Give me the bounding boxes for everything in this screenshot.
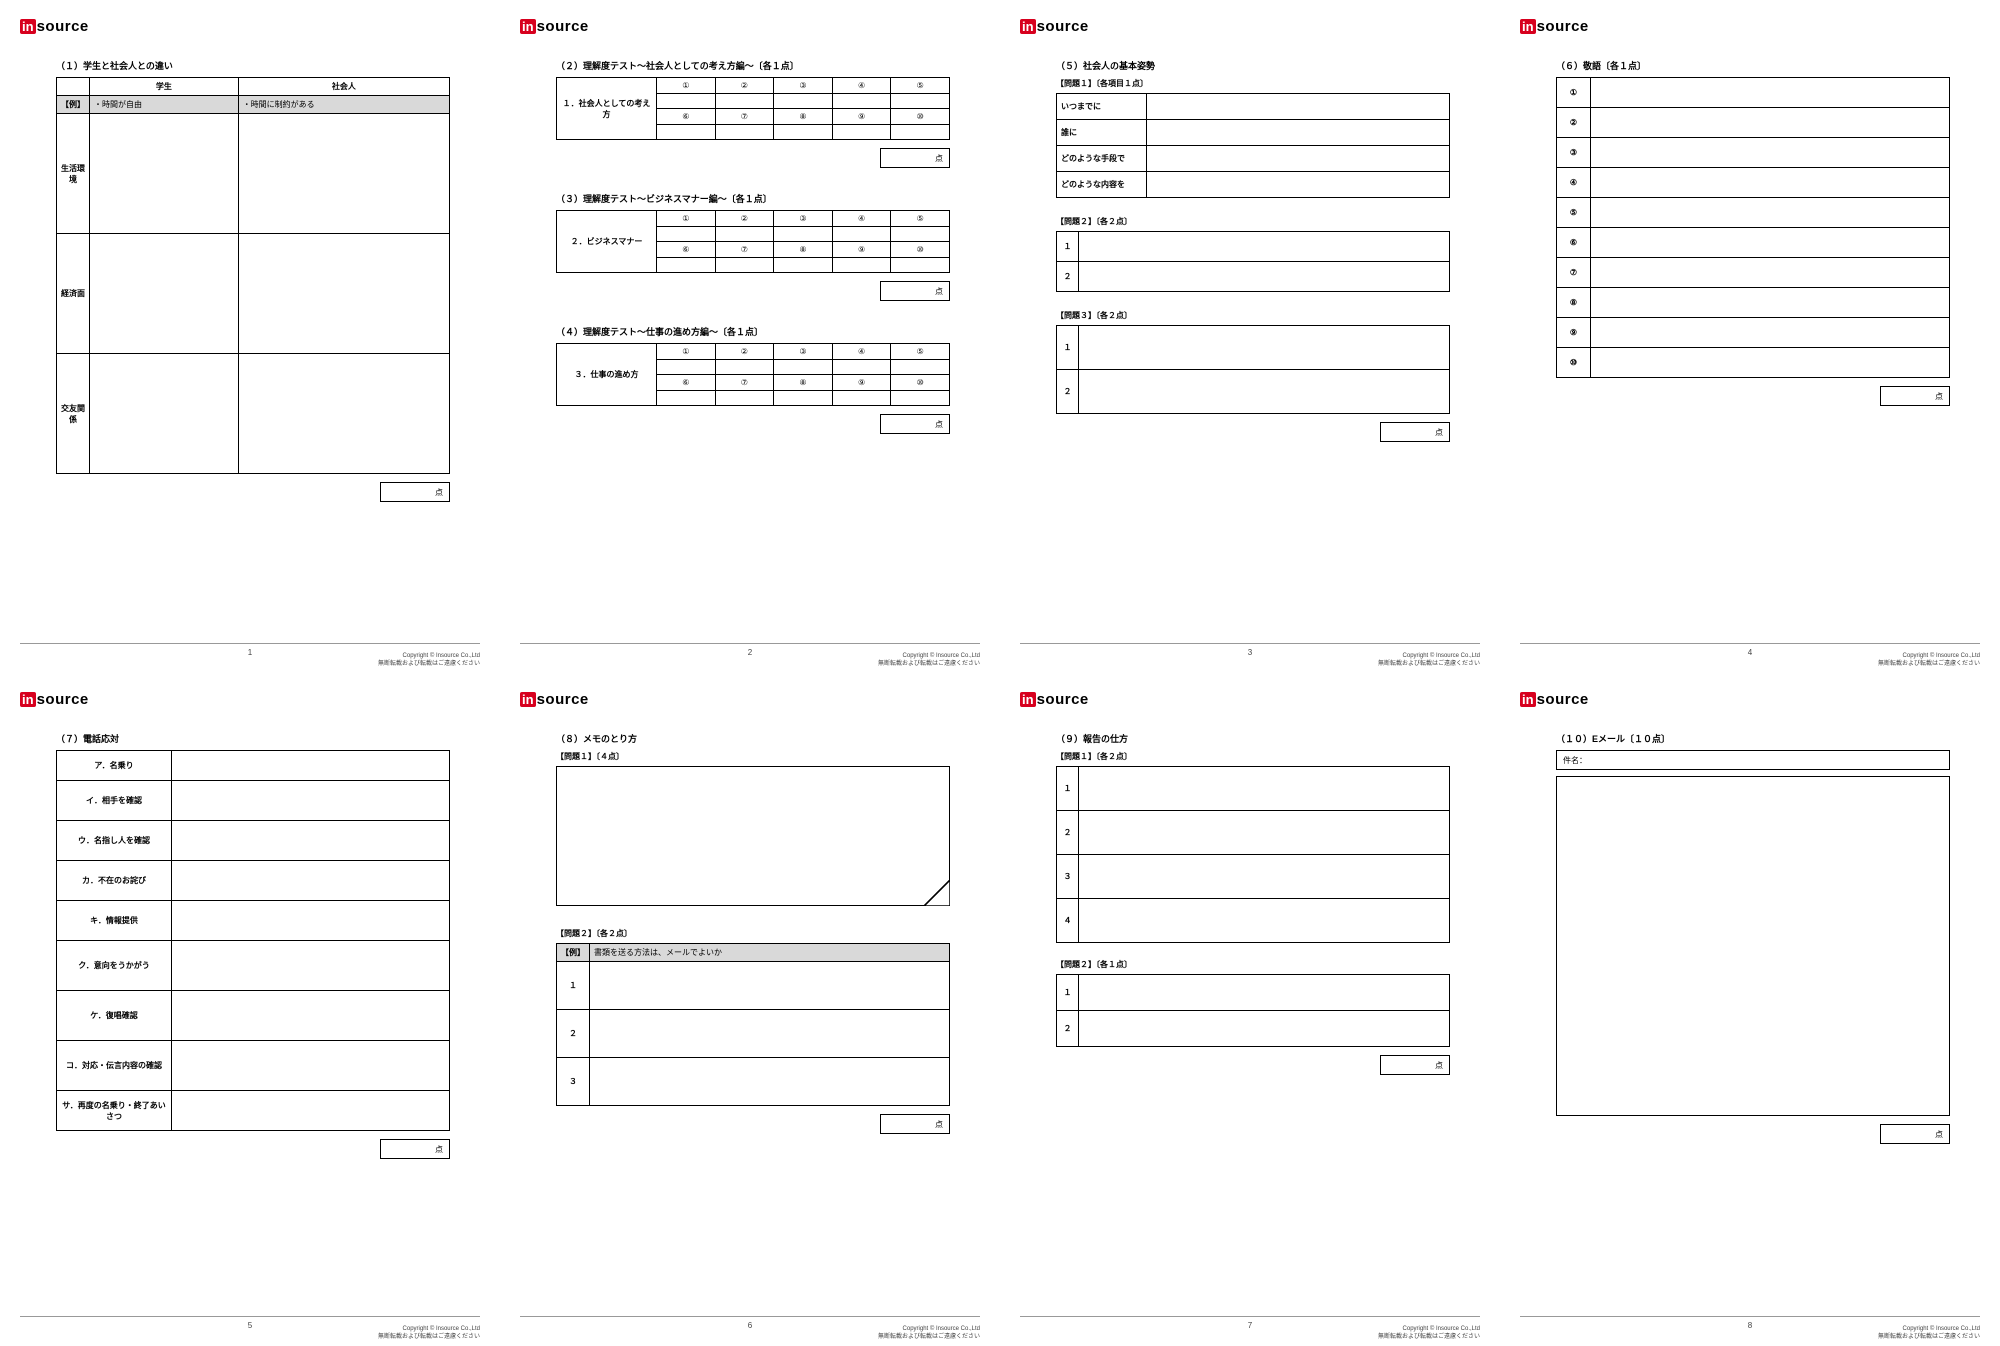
quiz-table-2: １．社会人としての考え方①②③④⑤ ⑥⑦⑧⑨⑩ [556, 77, 950, 140]
page-3: insource （５）社会人の基本姿勢 【問題１】〔各項目１点〕 いつまでに … [1000, 0, 1500, 673]
email-subject-row[interactable]: 件名： [1556, 750, 1950, 770]
page-2: insource （２）理解度テスト～社会人としての考え方編～〔各１点〕 １．社… [500, 0, 1000, 673]
page-4: insource （６）敬語〔各１点〕 ① ② ③ ④ ⑤ ⑥ ⑦ ⑧ ⑨ ⑩ … [1500, 0, 2000, 673]
table-keigo: ① ② ③ ④ ⑤ ⑥ ⑦ ⑧ ⑨ ⑩ [1556, 77, 1950, 378]
page-8: insource （１０）Eメール〔１０点〕 件名： 点 8Copyright … [1500, 673, 2000, 1346]
page-6: insource （８）メモのとり方 【問題１】〔４点〕 【問題２】〔各２点〕 … [500, 673, 1000, 1346]
logo: insource [20, 18, 480, 35]
logo-in-icon: in [20, 19, 36, 34]
section-1-title: （１）学生と社会人との違い [56, 59, 450, 72]
page-1: insource （１）学生と社会人との違い 学生社会人 【例】・時間が自由・時… [0, 0, 500, 673]
quiz-table-4: ３．仕事の進め方①②③④⑤ ⑥⑦⑧⑨⑩ [556, 343, 950, 406]
email-body-box[interactable] [1556, 776, 1950, 1116]
score-box[interactable]: 点 [380, 482, 450, 502]
quiz-table-3: ２．ビジネスマナー①②③④⑤ ⑥⑦⑧⑨⑩ [556, 210, 950, 273]
table-phone: ア．名乗り イ．相手を確認 ウ．名指し人を確認 カ．不在のお詫び キ．情報提供 … [56, 750, 450, 1131]
page-7: insource （９）報告の仕方 【問題１】〔各２点〕 １ ２ ３ ４ 【問題… [1000, 673, 1500, 1346]
page-5: insource （７）電話応対 ア．名乗り イ．相手を確認 ウ．名指し人を確認… [0, 673, 500, 1346]
table-q1: いつまでに 誰に どのような手段で どのような内容を [1056, 93, 1450, 198]
table-student-worker: 学生社会人 【例】・時間が自由・時間に制約がある 生活環境 経済面 交友関係 [56, 77, 450, 474]
dog-ear-icon [924, 880, 950, 906]
memo-box[interactable] [556, 766, 950, 906]
